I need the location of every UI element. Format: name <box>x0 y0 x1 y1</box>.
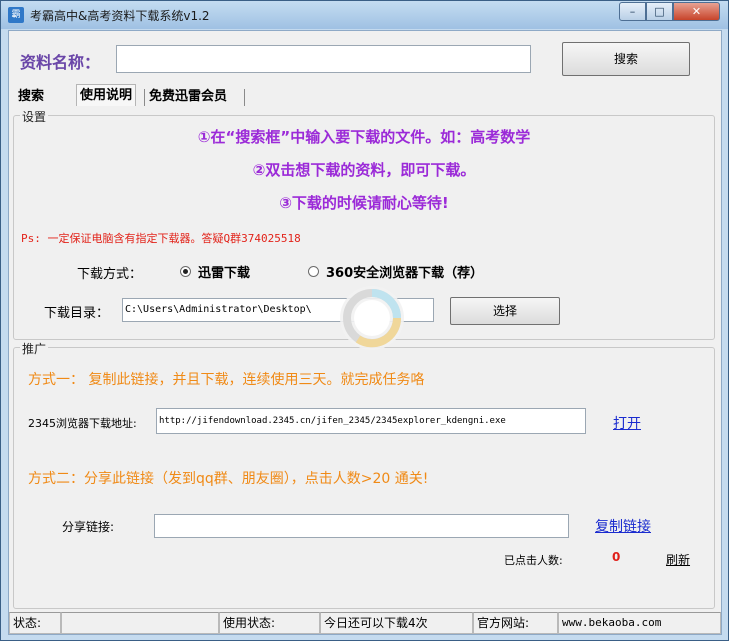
minimize-button[interactable]: – <box>619 2 646 21</box>
promo-method-1: 方式一： 复制此链接，并且下载，连续使用三天。就完成任务咯 <box>28 372 425 388</box>
tab-free-vip[interactable]: 免费迅雷会员 <box>146 86 230 108</box>
promo-group: 推广 方式一： 复制此链接，并且下载，连续使用三天。就完成任务咯 2345浏览器… <box>13 340 715 609</box>
status-label: 状态: <box>9 612 61 634</box>
promo-group-title: 推广 <box>20 340 49 357</box>
clicks-label: 已点击人数: <box>504 554 563 567</box>
copy-link[interactable]: 复制链接 <box>595 516 651 536</box>
choose-dir-button[interactable]: 选择 <box>450 297 560 325</box>
loading-spinner-icon <box>340 286 404 350</box>
radio-360-label[interactable]: 360安全浏览器下载（荐） <box>326 262 483 281</box>
maximize-button[interactable]: □ <box>646 2 673 21</box>
instruction-line-3: ③下载的时候请耐心等待! <box>279 194 449 212</box>
tab-divider <box>244 89 245 106</box>
app-icon: 霸 <box>8 7 24 23</box>
download-dir-label: 下载目录： <box>44 306 110 321</box>
close-button[interactable]: ✕ <box>673 2 720 21</box>
search-label: 资料名称： <box>20 53 101 72</box>
radio-thunder[interactable] <box>180 266 191 277</box>
client-area: 资料名称： 搜索 搜索 使用说明 免费迅雷会员 设置 ①在“搜索框”中输入要下载… <box>8 30 722 635</box>
download-method-label: 下载方式： <box>77 267 143 282</box>
status-bar: 状态: 使用状态: 今日还可以下载4次 官方网站: www.bekaoba.co… <box>9 612 721 634</box>
usage-status-label: 使用状态: <box>219 612 320 634</box>
radio-360[interactable] <box>308 266 319 277</box>
website-label: 官方网站: <box>473 612 558 634</box>
app-window: 霸 考霸高中&高考资料下载系统v1.2 – □ ✕ 资料名称： 搜索 搜索 使用… <box>0 0 729 641</box>
search-button[interactable]: 搜索 <box>562 42 690 76</box>
radio-thunder-label[interactable]: 迅雷下载 <box>198 262 250 281</box>
share-link-input[interactable] <box>154 514 569 538</box>
browser-url-input[interactable]: http://jifendownload.2345.cn/jifen_2345/… <box>156 408 586 434</box>
refresh-link[interactable]: 刷新 <box>666 551 690 568</box>
clicks-count: 0 <box>612 550 621 564</box>
search-input[interactable] <box>116 45 531 73</box>
share-link-label: 分享链接: <box>62 520 115 534</box>
website-value[interactable]: www.bekaoba.com <box>558 612 721 634</box>
status-value <box>61 612 219 634</box>
settings-group-title: 设置 <box>20 108 49 125</box>
usage-status-value: 今日还可以下载4次 <box>320 612 473 634</box>
tab-divider <box>144 89 145 106</box>
tab-search[interactable]: 搜索 <box>15 86 47 108</box>
ps-note: Ps: 一定保证电脑含有指定下载器。答疑Q群374025518 <box>21 232 301 245</box>
tab-instructions[interactable]: 使用说明 <box>76 84 137 106</box>
window-title: 考霸高中&高考资料下载系统v1.2 <box>30 9 210 23</box>
promo-method-2: 方式二：分享此链接（发到qq群、朋友圈），点击人数>20 通关! <box>28 471 429 487</box>
title-bar[interactable]: 霸 考霸高中&高考资料下载系统v1.2 – □ ✕ <box>1 1 728 29</box>
instruction-line-2: ②双击想下载的资料，即可下载。 <box>252 161 476 179</box>
instruction-line-1: ①在“搜索框”中输入要下载的文件。如：高考数学 <box>197 128 531 146</box>
open-link[interactable]: 打开 <box>613 413 641 433</box>
browser-url-label: 2345浏览器下载地址: <box>28 417 137 430</box>
